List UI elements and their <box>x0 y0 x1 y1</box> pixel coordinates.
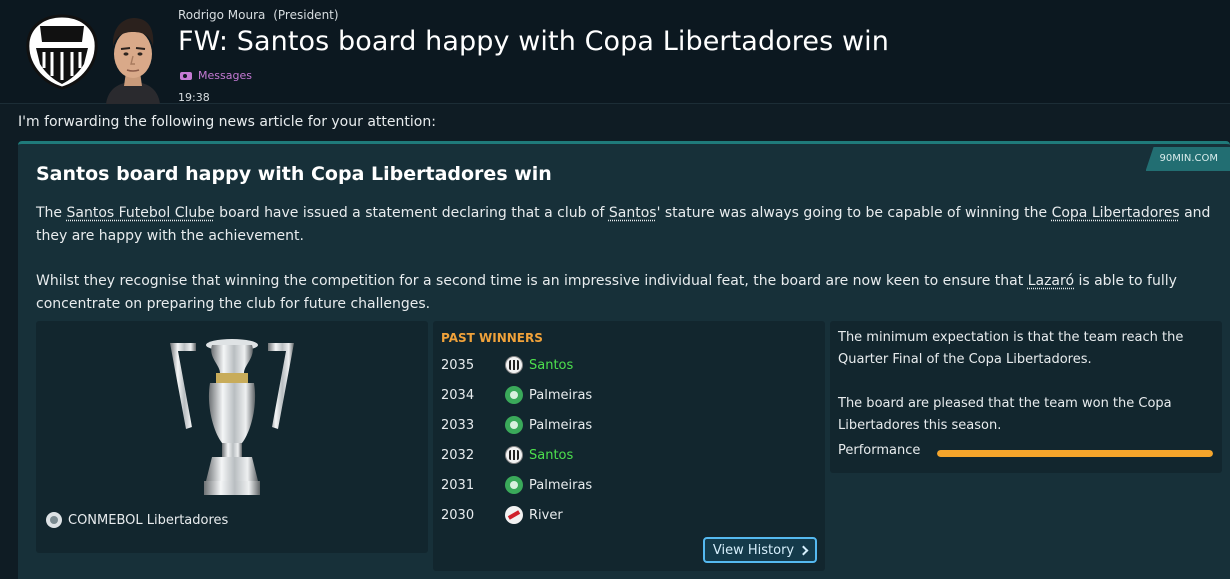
chevron-right-icon <box>798 545 809 556</box>
competition-label[interactable]: CONMEBOL Libertadores <box>46 512 228 528</box>
conmebol-icon <box>46 512 62 528</box>
past-winners-panel: PAST WINNERS 2035 Santos 2034 Palmeiras … <box>433 321 825 571</box>
article-paragraph-2: Whilst they recognise that winning the c… <box>36 270 1221 316</box>
source-badge: 90MIN.COM <box>1145 147 1230 171</box>
performance-bar-fill <box>937 450 1213 457</box>
winner-row: 2032 Santos <box>441 440 801 470</box>
message-title: FW: Santos board happy with Copa Liberta… <box>178 26 889 57</box>
winner-team[interactable]: River <box>529 508 563 523</box>
message-tag[interactable]: Messages <box>180 69 252 82</box>
palmeiras-crest-icon <box>505 416 523 434</box>
river-crest-icon <box>505 506 523 524</box>
manager-link[interactable]: Lazaró <box>1028 273 1074 289</box>
winner-team[interactable]: Santos <box>529 448 573 463</box>
winner-team[interactable]: Palmeiras <box>529 388 592 403</box>
winner-row: 2031 Palmeiras <box>441 470 801 500</box>
message-header: Rodrigo Moura (President) FW: Santos boa… <box>0 0 1230 104</box>
winner-year: 2035 <box>441 357 475 373</box>
winner-year: 2034 <box>441 387 475 403</box>
tag-icon <box>180 71 192 80</box>
winner-year: 2033 <box>441 417 475 433</box>
news-article-card: 90MIN.COM Santos board happy with Copa L… <box>18 141 1230 579</box>
santos-crest-icon <box>505 356 523 374</box>
palmeiras-crest-icon <box>505 386 523 404</box>
winner-row: 2035 Santos <box>441 350 801 380</box>
competition-link[interactable]: Copa Libertadores <box>1052 205 1180 221</box>
p2-text-1: Whilst they recognise that winning the c… <box>36 273 1028 289</box>
trophy-panel: CONMEBOL Libertadores <box>36 321 428 553</box>
article-title: Santos board happy with Copa Libertadore… <box>36 163 552 185</box>
sender-avatar[interactable] <box>100 10 166 104</box>
view-history-label: View History <box>712 542 795 558</box>
view-history-button[interactable]: View History <box>703 537 817 563</box>
winner-row: 2030 River <box>441 500 801 530</box>
winner-team[interactable]: Santos <box>529 358 573 373</box>
board-expectation-panel: The minimum expectation is that the team… <box>830 321 1222 473</box>
outcome-text: The board are pleased that the team won … <box>838 396 1172 433</box>
sender-role: (President) <box>273 8 339 22</box>
winner-team[interactable]: Palmeiras <box>529 418 592 433</box>
expectation-text: The minimum expectation is that the team… <box>838 330 1184 367</box>
club-link[interactable]: Santos Futebol Clube <box>67 205 215 221</box>
message-time: 19:38 <box>178 91 210 104</box>
club-badge[interactable] <box>22 12 102 92</box>
santos-crest-icon <box>505 446 523 464</box>
performance-label: Performance <box>838 443 921 458</box>
trophy-image <box>170 339 294 495</box>
club-short-link[interactable]: Santos <box>609 205 657 221</box>
p1-text-2: board have issued a statement declaring … <box>214 205 609 221</box>
sender-line: Rodrigo Moura (President) <box>178 8 339 22</box>
intro-text: I'm forwarding the following news articl… <box>18 114 436 130</box>
palmeiras-crest-icon <box>505 476 523 494</box>
winner-year: 2032 <box>441 447 475 463</box>
winner-year: 2031 <box>441 477 475 493</box>
sender-name[interactable]: Rodrigo Moura <box>178 8 265 22</box>
winner-row: 2034 Palmeiras <box>441 380 801 410</box>
p1-text-1: The <box>36 205 67 221</box>
winner-team[interactable]: Palmeiras <box>529 478 592 493</box>
tag-label: Messages <box>198 69 252 82</box>
performance-bar <box>937 450 1213 457</box>
past-winners-title: PAST WINNERS <box>441 331 543 345</box>
winner-row: 2033 Palmeiras <box>441 410 801 440</box>
article-paragraph-1: The Santos Futebol Clube board have issu… <box>36 202 1221 248</box>
winner-year: 2030 <box>441 507 475 523</box>
p1-text-3: ' stature was always going to be capable… <box>656 205 1052 221</box>
competition-name: CONMEBOL Libertadores <box>68 512 229 528</box>
